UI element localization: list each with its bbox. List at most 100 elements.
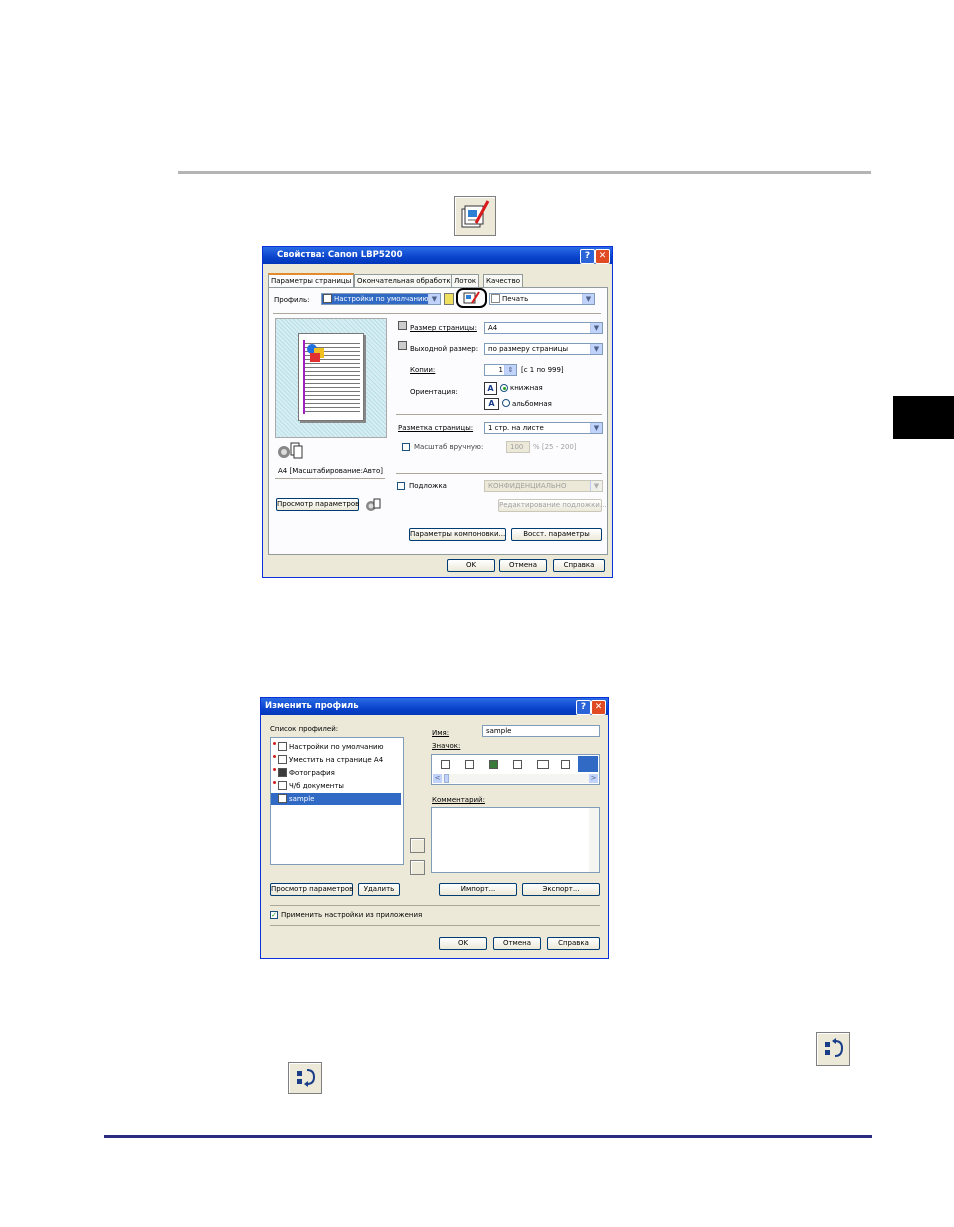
scroll-right-icon[interactable]: > <box>589 774 598 783</box>
bw-document-icon <box>278 781 287 790</box>
move-down-icon <box>288 1062 322 1094</box>
output-method-select[interactable]: Печать ▼ <box>489 293 595 305</box>
ok-button[interactable]: OK <box>447 559 495 572</box>
move-up-icon <box>816 1032 850 1066</box>
page-size-select[interactable]: A4 ▼ <box>484 322 603 334</box>
scroll-left-icon[interactable]: < <box>433 774 442 783</box>
icon-option-selected[interactable] <box>578 756 598 772</box>
apply-settings-checkbox[interactable]: ✓ <box>270 911 278 919</box>
icon-picker[interactable]: < > <box>431 754 600 785</box>
dialog-titlebar: Свойства: Canon LBP5200 <box>263 247 612 264</box>
icon-option[interactable] <box>561 760 570 769</box>
page-size-label: Размер страницы: <box>410 324 477 332</box>
export-button[interactable]: Экспорт... <box>522 883 600 896</box>
icon-label: Значок: <box>432 742 461 750</box>
name-field[interactable]: sample <box>482 725 600 737</box>
separator <box>273 313 601 314</box>
help-title-button[interactable]: ? <box>576 700 591 715</box>
icon-option[interactable] <box>441 760 450 769</box>
cancel-button[interactable]: Отмена <box>499 559 547 572</box>
page-size-icon <box>398 321 407 330</box>
portrait-radio[interactable] <box>500 384 508 392</box>
scale-field[interactable]: 100 <box>506 441 530 453</box>
list-item[interactable]: Фотография <box>271 767 401 779</box>
tab-quality[interactable]: Качество <box>483 274 524 287</box>
watermark-select[interactable]: КОНФИДЕНЦИАЛЬНО ▼ <box>484 480 603 492</box>
list-item[interactable]: Настройки по умолчанию <box>271 741 401 753</box>
page-preview <box>275 318 387 438</box>
landscape-radio[interactable] <box>502 399 510 407</box>
icon-option[interactable] <box>537 760 549 769</box>
help-title-button[interactable]: ? <box>580 249 595 264</box>
restore-defaults-button[interactable]: Восст. параметры <box>511 528 602 541</box>
dialog-titlebar: Изменить профиль <box>261 698 608 715</box>
help-button[interactable]: Справка <box>553 559 605 572</box>
output-size-select[interactable]: по размеру страницы ▼ <box>484 343 603 355</box>
help-button[interactable]: Справка <box>547 937 600 950</box>
move-up-icon[interactable] <box>410 838 425 853</box>
comment-label: Комментарий: <box>432 796 485 804</box>
icon-option[interactable] <box>513 760 522 769</box>
scroll-thumb[interactable] <box>444 774 449 783</box>
separator <box>270 905 600 906</box>
edit-profile-dialog: Изменить профиль ? ✕ Список профилей: На… <box>260 697 609 959</box>
cancel-button[interactable]: Отмена <box>493 937 541 950</box>
view-settings-button[interactable]: Просмотр параметров <box>276 498 359 511</box>
move-down-icon[interactable] <box>410 860 425 875</box>
manual-scale-checkbox[interactable] <box>402 443 410 451</box>
comment-scrollbar[interactable] <box>589 808 599 872</box>
layout-options-button[interactable]: Параметры компоновки... <box>409 528 506 541</box>
edit-watermark-button[interactable]: Редактирование подложки... <box>498 499 607 512</box>
import-button[interactable]: Импорт... <box>439 883 517 896</box>
tab-page-setup[interactable]: Параметры страницы <box>268 273 355 288</box>
delete-button[interactable]: Удалить <box>358 883 400 896</box>
comment-field[interactable] <box>431 807 600 873</box>
profile-select[interactable]: Настройки по умолчанию ▼ <box>321 293 441 305</box>
edit-profile-icon <box>454 196 496 236</box>
watermark-separator <box>396 473 602 474</box>
icon-scrollbar[interactable]: < > <box>433 774 598 783</box>
landscape-label: альбомная <box>512 400 552 408</box>
top-rule <box>178 171 871 174</box>
profile-icon <box>323 294 332 303</box>
list-item[interactable]: Ч/б документы <box>271 780 401 792</box>
tab-finishing[interactable]: Окончательная обработка <box>354 274 458 287</box>
view-settings-icon <box>364 497 382 512</box>
copies-range: [с 1 по 999] <box>521 366 564 374</box>
close-button[interactable]: ✕ <box>595 249 610 264</box>
ok-button[interactable]: OK <box>439 937 487 950</box>
list-item[interactable]: Уместить на странице A4 <box>271 754 401 766</box>
profile-list-label: Список профилей: <box>270 725 339 733</box>
settings-separator <box>396 414 602 415</box>
default-profile-icon <box>278 742 287 751</box>
separator <box>270 925 600 926</box>
fit-a4-icon <box>278 755 287 764</box>
landscape-icon: A <box>484 398 499 410</box>
icon-option[interactable] <box>489 760 498 769</box>
copies-field[interactable]: 1 ⇕ <box>484 364 517 376</box>
apply-settings-label: Применить настройки из приложения <box>281 911 423 919</box>
output-size-icon <box>398 341 407 350</box>
watermark-checkbox[interactable] <box>397 482 405 490</box>
preview-separator <box>275 478 385 479</box>
close-button[interactable]: ✕ <box>591 700 606 715</box>
icon-option[interactable] <box>465 760 474 769</box>
tab-panel: Профиль: Настройки по умолчанию ▼ Печать ▼ <box>268 287 608 555</box>
layout-label: Разметка страницы: <box>398 424 474 432</box>
portrait-label: книжная <box>510 384 543 392</box>
bottom-rule <box>104 1135 872 1138</box>
scale-range: % [25 - 200] <box>533 443 577 451</box>
list-item[interactable]: sample <box>271 793 401 805</box>
portrait-icon: A <box>484 382 497 395</box>
layout-select[interactable]: 1 стр. на листе ▼ <box>484 422 603 434</box>
edit-profile-button[interactable] <box>456 288 487 308</box>
profile-list[interactable]: Настройки по умолчанию Уместить на стран… <box>270 737 404 865</box>
dialog-title: Изменить профиль <box>265 701 359 711</box>
copies-label: Копии: <box>410 366 436 374</box>
dialog-title: Свойства: Canon LBP5200 <box>277 250 403 260</box>
tab-tray[interactable]: Лоток <box>451 274 480 287</box>
view-settings-button[interactable]: Просмотр параметров <box>270 883 353 896</box>
add-profile-icon[interactable] <box>444 293 454 305</box>
printer-icon <box>491 294 500 303</box>
paper-stack-icon <box>277 441 303 459</box>
